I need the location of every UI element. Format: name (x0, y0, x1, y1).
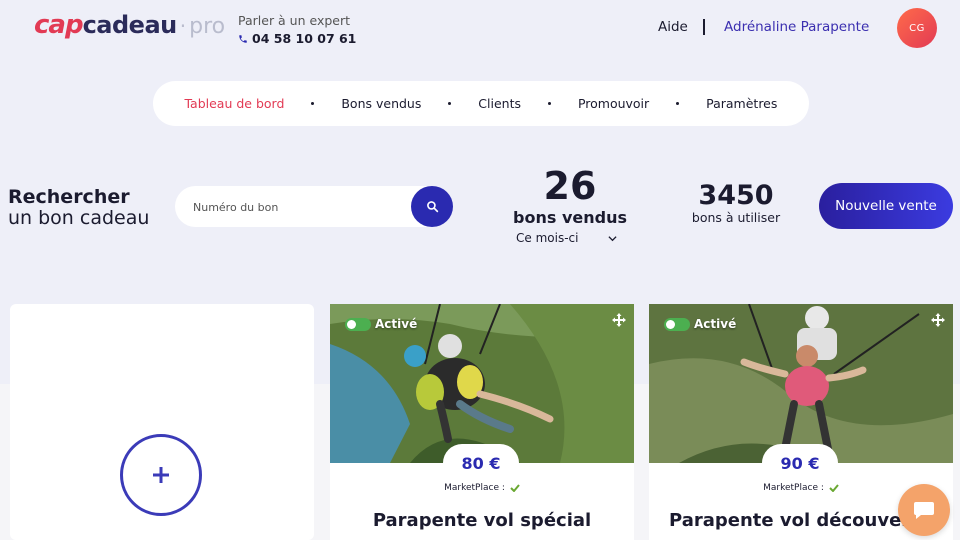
expert-label: Parler à un expert (238, 13, 351, 28)
sold-vouchers-stat: 26 bons vendus (508, 166, 632, 227)
status-toggle[interactable]: Activé (664, 317, 736, 331)
help-link[interactable]: Aide (658, 19, 688, 35)
nav-item-promote[interactable]: Promouvoir (578, 96, 649, 111)
add-voucher-card[interactable] (10, 304, 314, 540)
nav-item-clients[interactable]: Clients (478, 96, 521, 111)
nav-separator (311, 102, 315, 105)
phone-number[interactable]: 04 58 10 07 61 (238, 31, 356, 46)
avatar[interactable]: CG (897, 8, 937, 48)
search-title: Rechercher un bon cadeau (8, 187, 149, 229)
sold-count: 26 (543, 164, 597, 208)
expert-contact: Parler à un expert 04 58 10 07 61 (238, 13, 356, 46)
check-icon (829, 484, 839, 492)
voucher-card[interactable]: Activé 80 € MarketPlace : Parapente vol … (330, 304, 634, 540)
search-box (175, 186, 453, 227)
logo[interactable]: cap cadeau · pro (34, 10, 225, 46)
search-title-line2: un bon cadeau (8, 207, 150, 229)
sold-label: bons vendus (513, 208, 627, 227)
add-voucher-button[interactable] (120, 434, 202, 516)
nav-separator (676, 102, 680, 105)
plus-icon (153, 467, 169, 483)
price-badge: 90 € (762, 444, 838, 482)
company-name[interactable]: Adrénaline Parapente (724, 19, 869, 35)
chevron-down-icon (608, 235, 618, 241)
chat-button[interactable] (898, 484, 950, 536)
logo-dot: · (179, 14, 187, 38)
voucher-title: Parapente vol spécial (372, 510, 592, 531)
marketplace-status: MarketPlace : (330, 483, 634, 493)
phone-text: 04 58 10 07 61 (252, 31, 357, 46)
search-icon (426, 201, 438, 213)
search-button[interactable] (411, 186, 453, 227)
nav-separator (448, 102, 452, 105)
logo-cap: cap (34, 10, 84, 40)
main-nav: Tableau de bord Bons vendus Clients Prom… (153, 81, 809, 126)
new-sale-button[interactable]: Nouvelle vente (819, 183, 953, 229)
period-value: Ce mois-ci (516, 231, 579, 245)
check-icon (510, 484, 520, 492)
move-icon[interactable] (931, 313, 945, 327)
status-toggle[interactable]: Activé (345, 317, 417, 331)
logo-cadeau: cadeau (82, 11, 178, 39)
period-select[interactable]: Ce mois-ci (516, 231, 618, 245)
nav-separator (547, 102, 551, 105)
header-divider (703, 19, 705, 35)
phone-icon (239, 34, 247, 43)
to-use-count: 3450 (698, 180, 774, 211)
vouchers-to-use-stat: 3450 bons à utiliser (686, 181, 786, 225)
nav-item-settings[interactable]: Paramètres (706, 96, 777, 111)
move-icon[interactable] (612, 313, 626, 327)
voucher-search-input[interactable] (193, 197, 403, 217)
to-use-label: bons à utiliser (691, 210, 781, 225)
chat-icon (914, 502, 934, 519)
toggle-switch[interactable] (664, 317, 690, 331)
nav-item-sold-vouchers[interactable]: Bons vendus (341, 96, 421, 111)
status-label: Activé (375, 317, 418, 331)
marketplace-label: MarketPlace : (444, 483, 505, 493)
marketplace-label: MarketPlace : (763, 483, 824, 493)
logo-pro: pro (189, 14, 226, 39)
nav-item-dashboard[interactable]: Tableau de bord (184, 96, 284, 111)
price-badge: 80 € (443, 444, 519, 482)
toggle-switch[interactable] (345, 317, 371, 331)
status-label: Activé (694, 317, 737, 331)
search-title-line1: Rechercher (8, 186, 130, 208)
